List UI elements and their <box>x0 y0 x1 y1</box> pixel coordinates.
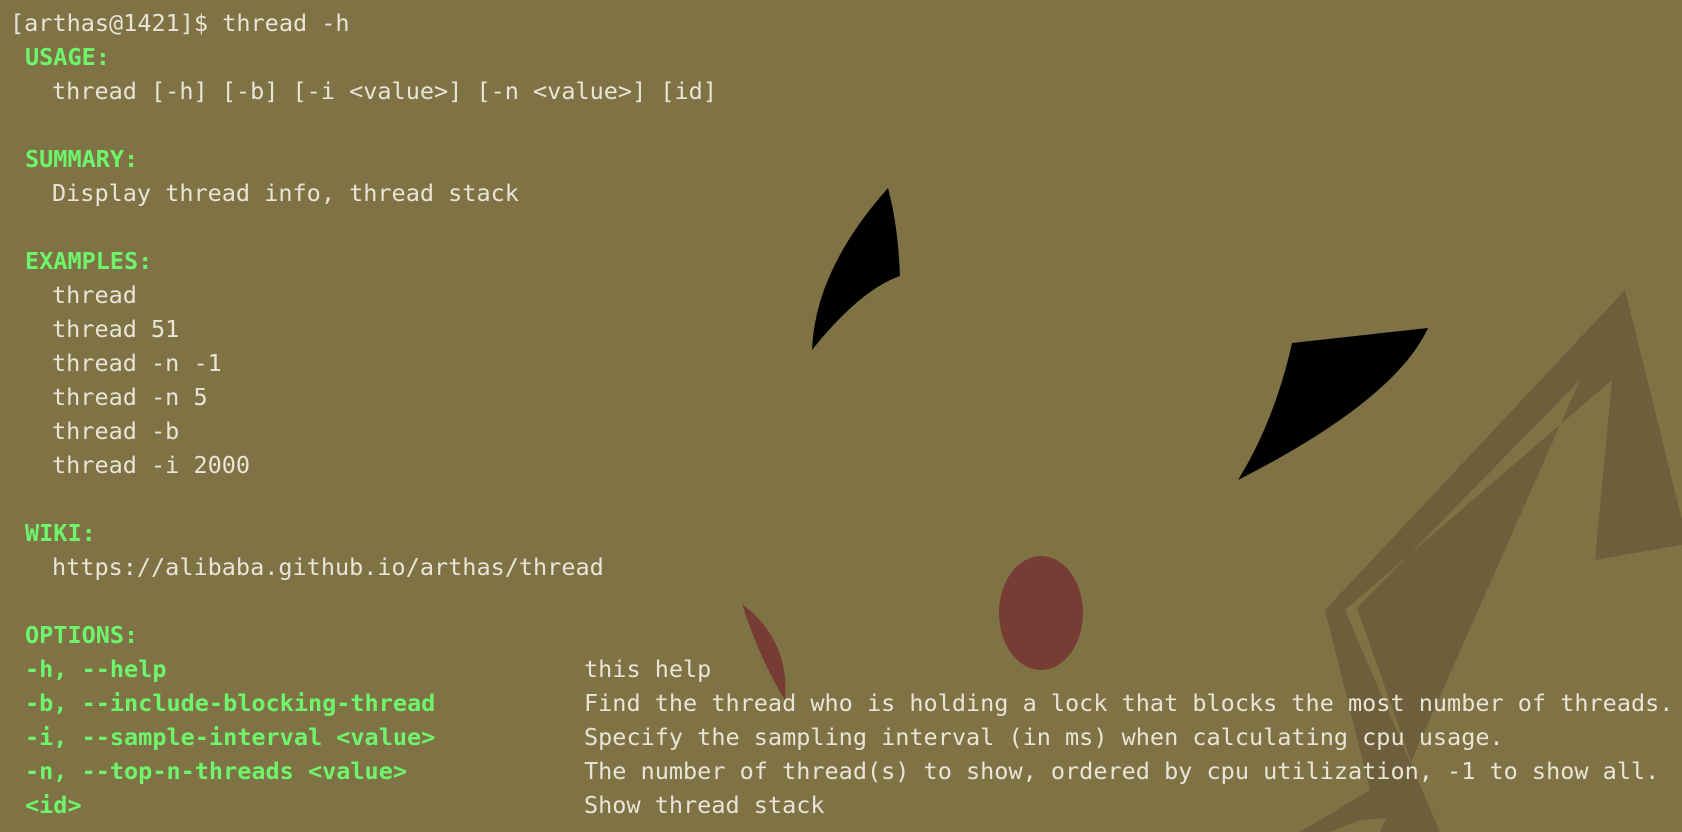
summary-heading: SUMMARY: <box>25 145 139 173</box>
option-description: Show thread stack <box>584 791 825 819</box>
example-item: thread <box>52 281 137 309</box>
option-description: Specify the sampling interval (in ms) wh… <box>584 723 1504 751</box>
usage-heading: USAGE: <box>25 43 110 71</box>
option-flag: -h, --help <box>25 655 167 683</box>
example-item: thread -i 2000 <box>52 451 251 479</box>
option-flag: -i, --sample-interval <value> <box>25 723 436 751</box>
example-item: thread 51 <box>52 315 180 343</box>
terminal-output: [arthas@1421]$ thread -h USAGE: thread [… <box>0 0 1682 832</box>
example-item: thread -b <box>52 417 180 445</box>
examples-heading: EXAMPLES: <box>25 247 153 275</box>
options-heading: OPTIONS: <box>25 621 139 649</box>
option-flag: -b, --include-blocking-thread <box>25 689 436 717</box>
example-item: thread -n 5 <box>52 383 208 411</box>
command-prompt: [arthas@1421]$ thread -h <box>10 9 350 37</box>
usage-text: thread [-h] [-b] [-i <value>] [-n <value… <box>52 77 717 105</box>
wiki-url: https://alibaba.github.io/arthas/thread <box>52 553 604 581</box>
option-description: Find the thread who is holding a lock th… <box>584 689 1674 717</box>
option-flag: -n, --top-n-threads <value> <box>25 757 408 785</box>
wiki-heading: WIKI: <box>25 519 96 547</box>
option-flag: <id> <box>25 791 82 819</box>
example-item: thread -n -1 <box>52 349 222 377</box>
summary-text: Display thread info, thread stack <box>52 179 519 207</box>
option-description: this help <box>584 655 712 683</box>
option-description: The number of thread(s) to show, ordered… <box>584 757 1660 785</box>
